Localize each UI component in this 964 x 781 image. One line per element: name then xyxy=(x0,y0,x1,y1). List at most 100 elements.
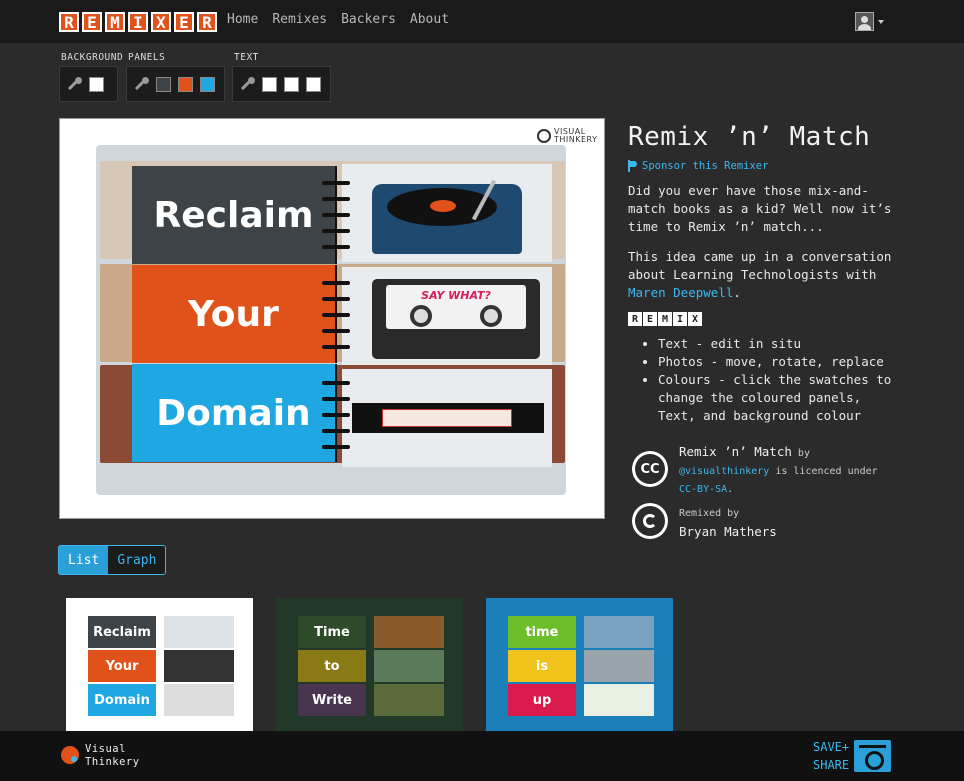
thumb-panel: up xyxy=(508,684,576,716)
licensed-text: is licenced under xyxy=(775,466,878,477)
panel-1[interactable]: Reclaim xyxy=(132,166,337,264)
nav-backers[interactable]: Backers xyxy=(341,12,396,27)
logo-letter: E xyxy=(174,12,194,32)
badge-letter: M xyxy=(658,312,672,326)
panel-swatch-1[interactable] xyxy=(156,76,171,92)
eyedropper-icon[interactable] xyxy=(66,76,82,92)
tab-list[interactable]: List xyxy=(59,546,109,574)
thumb-photo xyxy=(374,684,444,716)
thumb-photo xyxy=(584,684,654,716)
share-label: SHARE xyxy=(813,758,850,772)
remix-icon-inner xyxy=(635,506,665,536)
thumb-panel: Your xyxy=(88,650,156,682)
spiral-ring xyxy=(322,345,350,349)
remix-thumbnail[interactable]: time is up xyxy=(486,598,673,732)
background-swatch-group: BACKGROUND xyxy=(59,52,123,102)
logo-letter: M xyxy=(105,12,125,32)
feature-item: Text - edit in situ xyxy=(658,335,898,353)
panel-swatch-3[interactable] xyxy=(200,76,215,92)
cc-icon-text: CC xyxy=(635,454,665,484)
work-title: Remix ’n’ Match xyxy=(679,444,792,459)
background-swatch[interactable] xyxy=(89,76,104,92)
remix-thumbnail[interactable]: Reclaim Your Domain xyxy=(66,598,253,732)
vhs-tape-icon xyxy=(352,403,544,433)
description-1: Did you ever have those mix-and-match bo… xyxy=(628,183,892,234)
feature-list: Text - edit in situ Photos - move, rotat… xyxy=(658,335,898,425)
panel-3[interactable]: Domain xyxy=(132,364,337,462)
license-link[interactable]: CC-BY-SA xyxy=(679,484,727,495)
cassette-label-text: SAY WHAT? xyxy=(421,289,491,302)
description-2-end: . xyxy=(733,285,741,300)
panel-2[interactable]: Your xyxy=(132,265,337,363)
remixed-label: Remixed by xyxy=(679,508,740,519)
author-link[interactable]: @visualthinkery xyxy=(679,466,769,477)
remixer-logo[interactable]: R E M I X E R xyxy=(59,12,217,32)
spiral-ring xyxy=(322,397,350,401)
top-navbar: R E M I X E R Home Remixes Backers About xyxy=(0,0,964,43)
maren-deepwell-link[interactable]: Maren Deepwell xyxy=(628,285,733,300)
spiral-ring xyxy=(322,329,350,333)
thumb-panel: Write xyxy=(298,684,366,716)
sponsor-link[interactable]: Sponsor this Remixer xyxy=(628,160,768,172)
thumb-panel: to xyxy=(298,650,366,682)
page-title: Remix ’n’ Match xyxy=(628,122,871,152)
spiral-ring xyxy=(322,197,350,201)
spiral-ring xyxy=(322,229,350,233)
spiral-ring xyxy=(322,297,350,301)
badge-letter: R xyxy=(628,312,642,326)
background-label: BACKGROUND xyxy=(61,52,124,63)
flag-icon xyxy=(628,160,638,172)
spiral-ring xyxy=(322,181,350,185)
sponsor-label: Sponsor this Remixer xyxy=(642,160,769,172)
turntable-photo[interactable] xyxy=(342,164,552,262)
badge-letter: I xyxy=(673,312,687,326)
thumb-panel: Domain xyxy=(88,684,156,716)
eyedropper-icon[interactable] xyxy=(239,76,255,92)
thumb-photo xyxy=(164,684,234,716)
remix-badge: R E M I X xyxy=(628,312,702,326)
nav-about[interactable]: About xyxy=(410,12,449,27)
spiral-ring xyxy=(322,429,350,433)
tab-graph[interactable]: Graph xyxy=(108,546,166,574)
camera-icon[interactable] xyxy=(854,740,891,772)
record-label-icon xyxy=(430,200,456,212)
panel-swatch-2[interactable] xyxy=(178,76,193,92)
visual-thinkery-logo-icon[interactable] xyxy=(61,746,79,764)
visual-thinkery-mark: VISUAL THINKERY xyxy=(537,128,597,144)
remix-thumbnail[interactable]: Time to Write xyxy=(276,598,463,732)
text-swatch-group: TEXT xyxy=(232,52,331,102)
license-period: . xyxy=(727,484,734,495)
cassette-photo[interactable]: SAY WHAT? xyxy=(342,267,552,365)
vhs-label xyxy=(382,409,512,427)
avatar-icon xyxy=(855,12,874,31)
remix-canvas[interactable]: VISUAL THINKERY SAY WHAT? Reclaim Your D… xyxy=(59,118,605,519)
vhs-photo[interactable] xyxy=(342,369,552,467)
nav-remixes[interactable]: Remixes xyxy=(272,12,327,27)
thumb-panel: Reclaim xyxy=(88,616,156,648)
view-tabs: List Graph xyxy=(58,545,167,575)
by-text: by xyxy=(797,448,810,459)
text-swatch-3[interactable] xyxy=(306,76,321,92)
feature-item: Photos - move, rotate, replace xyxy=(658,353,898,371)
remixer-name: Bryan Mathers xyxy=(679,524,777,539)
footer-brand[interactable]: Visual Thinkery xyxy=(85,743,140,769)
logo-letter: R xyxy=(59,12,79,32)
badge-letter: X xyxy=(688,312,702,326)
nav-home[interactable]: Home xyxy=(227,12,258,27)
eyedropper-icon[interactable] xyxy=(133,76,149,92)
thumb-panel: is xyxy=(508,650,576,682)
reel-icon xyxy=(480,305,502,327)
badge-letter: E xyxy=(643,312,657,326)
creative-commons-icon[interactable]: CC xyxy=(632,451,668,487)
remixed-by: Remixed by Bryan Mathers xyxy=(679,505,899,543)
thumb-photo xyxy=(584,616,654,648)
spiral-ring xyxy=(322,245,350,249)
user-menu[interactable] xyxy=(855,12,884,31)
thumb-panel: time xyxy=(508,616,576,648)
text-swatch-2[interactable] xyxy=(284,76,299,92)
cassette-icon: SAY WHAT? xyxy=(372,279,540,359)
panels-swatch-group: PANELS xyxy=(126,52,225,102)
chevron-down-icon xyxy=(878,19,884,24)
save-share-button[interactable]: SAVE+ SHARE xyxy=(813,738,849,774)
text-swatch-1[interactable] xyxy=(262,76,277,92)
